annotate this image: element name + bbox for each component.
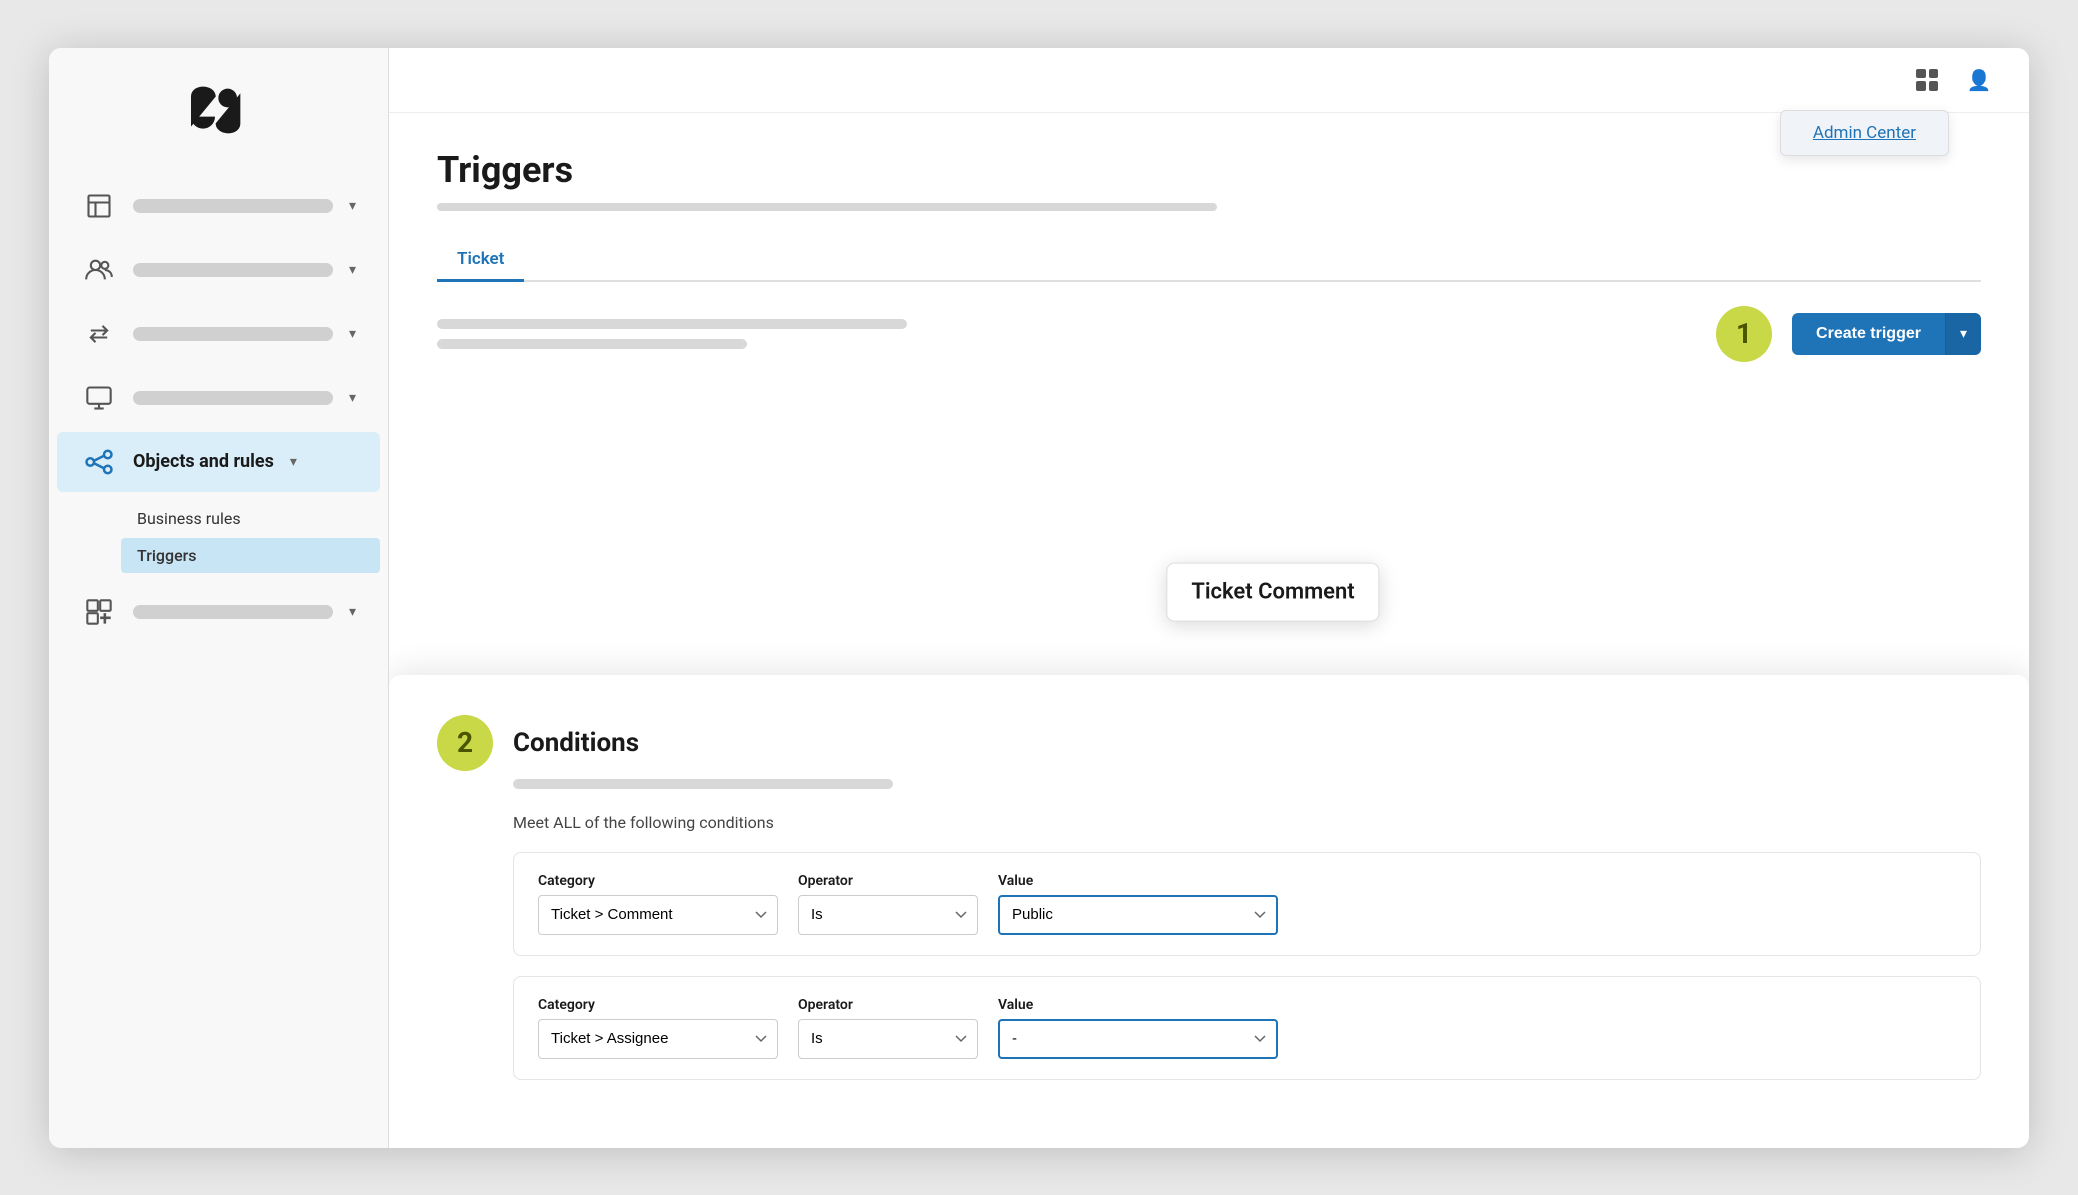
main-content: 👤 Admin Center Triggers Ticket [389,48,2029,1148]
step-2-badge: 2 [437,715,493,771]
condition-1-value-select[interactable]: Public [998,895,1278,935]
people-icon [81,252,117,288]
nav-label-bar [133,327,333,341]
toolbar-bar-1 [437,319,907,329]
condition-1-operator-field: Operator Is [798,873,978,935]
grid-apps-button[interactable] [1909,62,1945,98]
condition-2-value-label: Value [998,997,1278,1013]
step-1-badge: 1 [1716,306,1772,362]
condition-row-2: Category Ticket > Assignee Operator Is V… [513,976,1981,1080]
conditions-desc-bar [513,779,893,789]
conditions-header: 2 Conditions [437,715,1981,771]
condition-1-category-label: Category [538,873,778,889]
conditions-card: 2 Conditions Meet ALL of the following c… [389,675,2029,1148]
nav-label-bar [133,605,333,619]
objects-rules-icon [81,444,117,480]
sidebar-item-workspace[interactable]: ▾ [57,176,380,236]
monitor-icon [81,380,117,416]
admin-center-link[interactable]: Admin Center [1813,123,1916,143]
create-trigger-dropdown-button[interactable]: ▾ [1945,313,1981,355]
chevron-down-icon: ▾ [349,604,356,620]
sidebar-nav: ▾ ▾ [49,168,388,1148]
sidebar-item-routing[interactable]: ▾ [57,304,380,364]
user-account-button[interactable]: 👤 [1961,62,1997,98]
sidebar-item-apps[interactable]: ▾ [57,582,380,642]
dropdown-arrow-icon: ▾ [1960,325,1967,341]
create-trigger-wrapper: Create trigger ▾ [1792,313,1981,355]
grid-icon [1916,69,1938,91]
sub-nav-item-triggers[interactable]: Triggers [121,538,380,573]
page-title: Triggers [437,149,1981,191]
chevron-down-icon: ▾ [349,198,356,214]
ticket-comment-tooltip: Ticket Comment [1166,562,1379,621]
grid-cell-4 [1929,81,1939,91]
sidebar-item-people[interactable]: ▾ [57,240,380,300]
grid-cell-1 [1916,69,1926,79]
top-bar: 👤 Admin Center [389,48,2029,113]
condition-2-category-select[interactable]: Ticket > Assignee [538,1019,778,1059]
condition-row-1: Category Ticket > Comment Operator Is Va… [513,852,1981,956]
sub-nav-item-business-rules[interactable]: Business rules [121,501,380,536]
condition-1-operator-label: Operator [798,873,978,889]
triggers-label: Triggers [137,546,197,565]
chevron-down-icon: ▾ [349,326,356,342]
user-icon: 👤 [1967,68,1992,92]
building-icon [81,188,117,224]
toolbar-row: 1 Create trigger ▾ [437,306,1981,362]
toolbar-left [437,319,907,349]
condition-2-value-field: Value - [998,997,1278,1059]
tabs-row: Ticket [437,239,1981,282]
sidebar-item-monitor[interactable]: ▾ [57,368,380,428]
title-bar-decoration [437,203,1217,211]
condition-2-operator-label: Operator [798,997,978,1013]
apps-icon [81,594,117,630]
nav-label-bar [133,391,333,405]
business-rules-label: Business rules [137,509,241,528]
condition-1-operator-select[interactable]: Is [798,895,978,935]
condition-1-category-select[interactable]: Ticket > Comment [538,895,778,935]
toolbar-bar-2 [437,339,747,349]
tab-ticket[interactable]: Ticket [437,239,524,282]
meet-all-text: Meet ALL of the following conditions [513,813,1981,832]
sub-nav-objects-rules: Business rules Triggers [49,496,388,578]
sidebar-item-objects-rules-label: Objects and rules [133,451,274,472]
admin-center-dropdown: Admin Center [1780,110,1949,156]
nav-label-bar [133,263,333,277]
condition-2-value-select[interactable]: - [998,1019,1278,1059]
condition-2-operator-field: Operator Is [798,997,978,1059]
nav-label-bar [133,199,333,213]
chevron-down-icon: ▾ [349,390,356,406]
top-bar-icons: 👤 [1909,62,1997,98]
zendesk-logo-icon [179,80,259,140]
condition-2-category-label: Category [538,997,778,1013]
condition-1-value-field: Value Public [998,873,1278,935]
conditions-title: Conditions [513,728,639,758]
sidebar-logo [49,48,388,168]
chevron-down-icon: ▾ [290,454,297,470]
toolbar-right: 1 Create trigger ▾ [1716,306,1981,362]
condition-2-category-field: Category Ticket > Assignee [538,997,778,1059]
arrows-icon [81,316,117,352]
create-trigger-button[interactable]: Create trigger [1792,313,1945,355]
sidebar-item-objects-and-rules[interactable]: Objects and rules ▾ [57,432,380,492]
condition-1-value-label: Value [998,873,1278,889]
grid-cell-2 [1929,69,1939,79]
ticket-comment-tooltip-label: Ticket Comment [1191,579,1354,604]
sidebar: ▾ ▾ [49,48,389,1148]
grid-cell-3 [1916,81,1926,91]
condition-1-category-field: Category Ticket > Comment [538,873,778,935]
condition-2-operator-select[interactable]: Is [798,1019,978,1059]
chevron-down-icon: ▾ [349,262,356,278]
